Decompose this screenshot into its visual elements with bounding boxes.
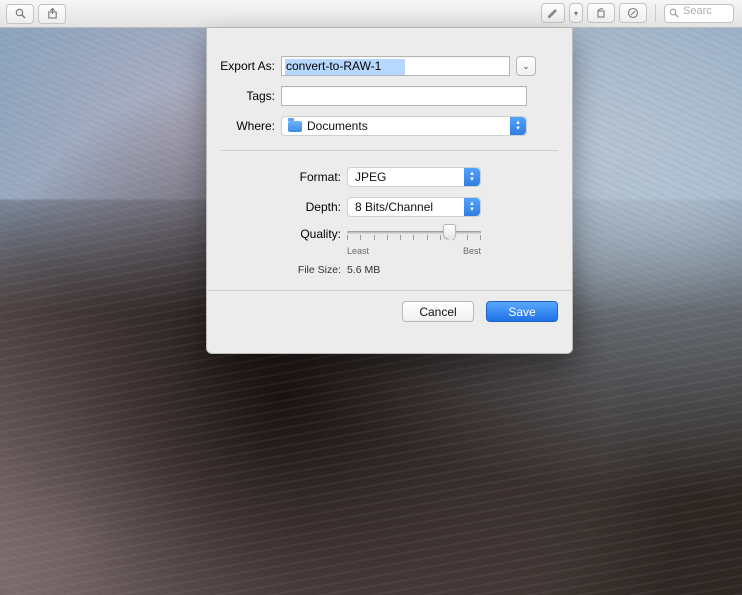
updown-icon: ▴▾: [510, 117, 526, 135]
magnifier-icon: [15, 8, 26, 19]
updown-icon: ▴▾: [464, 168, 480, 186]
share-icon: [47, 8, 58, 19]
share-button[interactable]: [38, 4, 66, 24]
cancel-button[interactable]: Cancel: [402, 301, 474, 322]
format-label: Format:: [207, 170, 347, 184]
depth-value: 8 Bits/Channel: [355, 200, 433, 214]
save-button[interactable]: Save: [486, 301, 558, 322]
tags-label: Tags:: [207, 89, 281, 103]
slider-track: [347, 231, 481, 234]
filesize-value: 5.6 MB: [347, 264, 380, 276]
tags-input[interactable]: [281, 86, 527, 106]
edit-icon: [627, 7, 639, 19]
edit-button[interactable]: [619, 3, 647, 23]
toolbar-separator: [655, 4, 656, 22]
depth-label: Depth:: [207, 200, 347, 214]
quality-best-label: Best: [463, 246, 481, 256]
disclose-button[interactable]: ⌄: [516, 56, 536, 76]
quality-label: Quality:: [207, 225, 347, 241]
quality-slider[interactable]: Least Best: [347, 229, 481, 256]
chevron-down-icon: ⌄: [522, 61, 530, 72]
rotate-button[interactable]: [587, 3, 615, 23]
chevron-down-icon: ▾: [574, 9, 578, 18]
folder-icon: [288, 121, 302, 132]
zoom-button[interactable]: [6, 4, 34, 24]
format-value: JPEG: [355, 170, 386, 184]
slider-thumb[interactable]: [443, 224, 456, 239]
format-select[interactable]: JPEG ▴▾: [347, 167, 481, 187]
where-value: Documents: [307, 119, 368, 133]
where-label: Where:: [207, 119, 281, 133]
pencil-icon: [547, 7, 559, 19]
markup-dropdown[interactable]: ▾: [569, 3, 583, 23]
depth-select[interactable]: 8 Bits/Channel ▴▾: [347, 197, 481, 217]
divider: [221, 150, 558, 151]
rotate-icon: [595, 7, 607, 19]
search-field[interactable]: Searc: [664, 4, 734, 23]
updown-icon: ▴▾: [464, 198, 480, 216]
export-as-label: Export As:: [207, 59, 281, 73]
slider-ticks: [347, 235, 481, 240]
quality-least-label: Least: [347, 246, 369, 256]
search-icon: [669, 8, 679, 21]
filesize-label: File Size:: [207, 264, 347, 276]
where-select[interactable]: Documents ▴▾: [281, 116, 527, 136]
window-toolbar: convert-to-RAW-1... ▾ Searc: [0, 0, 742, 28]
divider: [207, 290, 572, 291]
export-as-input[interactable]: [281, 56, 510, 76]
export-dialog: Export As: ⌄ Tags: Where: Documents ▴▾ F…: [206, 28, 573, 354]
search-placeholder: Searc: [683, 5, 712, 17]
markup-button[interactable]: [541, 3, 565, 23]
